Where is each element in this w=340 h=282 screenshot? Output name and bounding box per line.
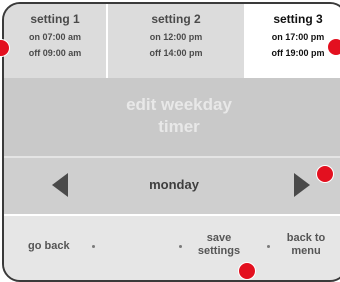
screen-title: edit weekday timer <box>109 94 249 138</box>
triangle-right-icon[interactable] <box>294 173 310 197</box>
setting-1-title: setting 1 <box>30 12 80 26</box>
annotation-marker <box>238 262 256 280</box>
triangle-left-icon[interactable] <box>52 173 68 197</box>
setting-card-3-selected[interactable]: setting 3 on 17:00 pm off 19:00 pm <box>246 4 340 78</box>
setting-2-on-time: on 12:00 pm <box>149 32 203 42</box>
save-settings-label-line-1: save <box>206 232 232 244</box>
back-to-menu-label-line-2: menu <box>291 245 321 257</box>
annotation-marker <box>316 165 334 183</box>
annotation-marker <box>327 38 340 56</box>
setting-1-on-time: on 07:00 am <box>28 32 82 42</box>
setting-card-2[interactable]: setting 2 on 12:00 pm off 14:00 pm <box>108 4 246 78</box>
screen-title-line-2: timer <box>158 117 200 136</box>
go-back-button[interactable]: go back <box>28 240 70 253</box>
screen-title-line-1: edit weekday <box>126 95 232 114</box>
settings-row: setting 1 on 07:00 am off 09:00 am setti… <box>4 4 340 84</box>
current-day-label: monday <box>149 177 199 192</box>
setting-3-title: setting 3 <box>273 12 323 26</box>
setting-3-on-time: on 17:00 pm <box>271 32 325 42</box>
setting-2-title: setting 2 <box>151 12 201 26</box>
setting-1-off-time: off 09:00 am <box>28 48 82 58</box>
back-to-menu-label-line-1: back to <box>286 232 326 244</box>
setting-2-off-time: off 14:00 pm <box>149 48 203 58</box>
divider-dot <box>179 245 182 248</box>
divider-dot <box>267 245 270 248</box>
back-to-menu-button[interactable]: back to menu <box>276 232 336 258</box>
setting-card-1[interactable]: setting 1 on 07:00 am off 09:00 am <box>4 4 108 78</box>
timer-device: setting 1 on 07:00 am off 09:00 am setti… <box>2 2 340 282</box>
divider-dot <box>92 245 95 248</box>
setting-3-off-time: off 19:00 pm <box>271 48 325 58</box>
save-settings-label-line-2: settings <box>197 245 241 257</box>
go-back-label: go back <box>28 240 70 252</box>
save-settings-button[interactable]: save settings <box>189 232 249 258</box>
